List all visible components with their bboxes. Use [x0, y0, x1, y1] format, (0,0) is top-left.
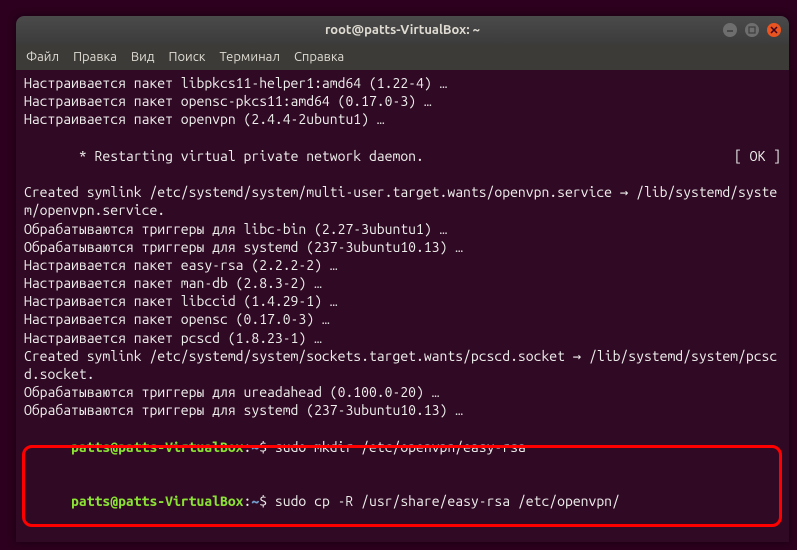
output-line: Обрабатываются триггеры для systemd (237…	[24, 238, 781, 256]
ok-status: [ OK ]	[734, 147, 781, 165]
output-line: Настраивается пакет libccid (1.4.29-1) …	[24, 292, 781, 310]
output-line: Обрабатываются триггеры для systemd (237…	[24, 401, 781, 419]
output-line: Настраивается пакет pcscd (1.8.23-1) …	[24, 329, 781, 347]
output-line: Настраивается пакет opensc-pkcs11:amd64 …	[24, 92, 781, 110]
prompt-line: patts@patts-VirtualBox:~$ sudo mkdir /et…	[24, 420, 781, 475]
output-line: Обрабатываются триггеры для ureadahead (…	[24, 383, 781, 401]
output-line: Настраивается пакет libpkcs11-helper1:am…	[24, 74, 781, 92]
prompt-user: patts@patts-VirtualBox	[71, 493, 243, 509]
window-title: root@patts-VirtualBox: ~	[325, 22, 480, 39]
minimize-button[interactable]	[723, 23, 737, 37]
titlebar[interactable]: root@patts-VirtualBox: ~	[16, 16, 789, 44]
menubar: Файл Правка Вид Поиск Терминал Справка	[16, 44, 789, 70]
output-line: Обрабатываются триггеры для libc-bin (2.…	[24, 220, 781, 238]
prompt-line: patts@patts-VirtualBox:~$ cd /etc/openvp…	[24, 529, 781, 542]
close-button[interactable]	[767, 23, 781, 37]
output-line: Настраивается пакет easy-rsa (2.2.2-2) …	[24, 256, 781, 274]
maximize-button[interactable]	[745, 23, 759, 37]
menu-edit[interactable]: Правка	[73, 49, 117, 66]
menu-file[interactable]: Файл	[26, 49, 59, 66]
output-line: Настраивается пакет man-db (2.8.3-2) …	[24, 274, 781, 292]
prompt-cmd: sudo cp -R /usr/share/easy-rsa /etc/open…	[275, 493, 620, 509]
prompt-user: patts@patts-VirtualBox	[71, 439, 243, 455]
menu-view[interactable]: Вид	[131, 49, 155, 66]
prompt-line: patts@patts-VirtualBox:~$ sudo cp -R /us…	[24, 474, 781, 529]
output-line: Created symlink /etc/systemd/system/sock…	[24, 347, 781, 383]
terminal-content[interactable]: Настраивается пакет libpkcs11-helper1:am…	[16, 70, 789, 542]
output-line: Created symlink /etc/systemd/system/mult…	[24, 183, 781, 219]
prompt-cmd: sudo mkdir /etc/openvpn/easy-rsa	[275, 439, 526, 455]
menu-terminal[interactable]: Терминал	[219, 49, 279, 66]
output-line: Настраивается пакет opensc (0.17.0-3) …	[24, 310, 781, 328]
output-line: Настраивается пакет openvpn (2.4.4-2ubun…	[24, 110, 781, 128]
menu-help[interactable]: Справка	[294, 49, 344, 66]
window-controls	[723, 23, 781, 37]
output-line: * Restarting virtual private network dae…	[24, 129, 781, 184]
menu-search[interactable]: Поиск	[168, 49, 205, 66]
terminal-window: root@patts-VirtualBox: ~ Файл Правка Вид…	[16, 16, 789, 542]
